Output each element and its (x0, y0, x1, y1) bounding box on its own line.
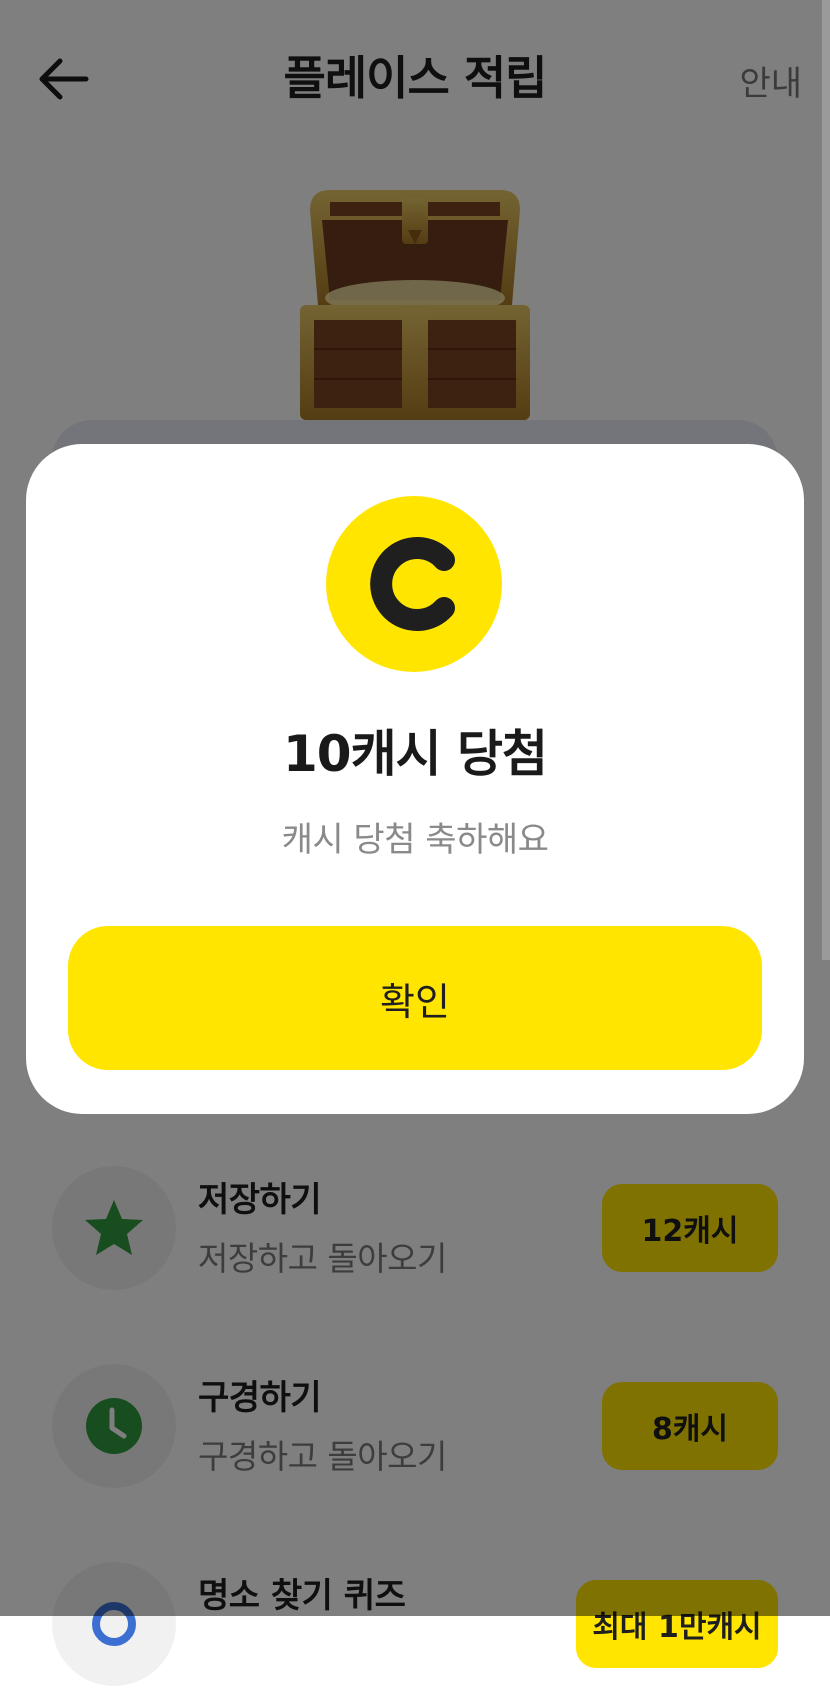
modal-title: 10캐시 당첨 (283, 725, 548, 783)
scrollbar[interactable] (822, 0, 830, 960)
reward-modal: 10캐시 당첨 캐시 당첨 축하해요 확인 (26, 444, 804, 1114)
modal-subtitle: 캐시 당첨 축하해요 (281, 820, 549, 860)
confirm-button[interactable]: 확인 (68, 926, 762, 1070)
cash-coin-icon (326, 496, 502, 672)
